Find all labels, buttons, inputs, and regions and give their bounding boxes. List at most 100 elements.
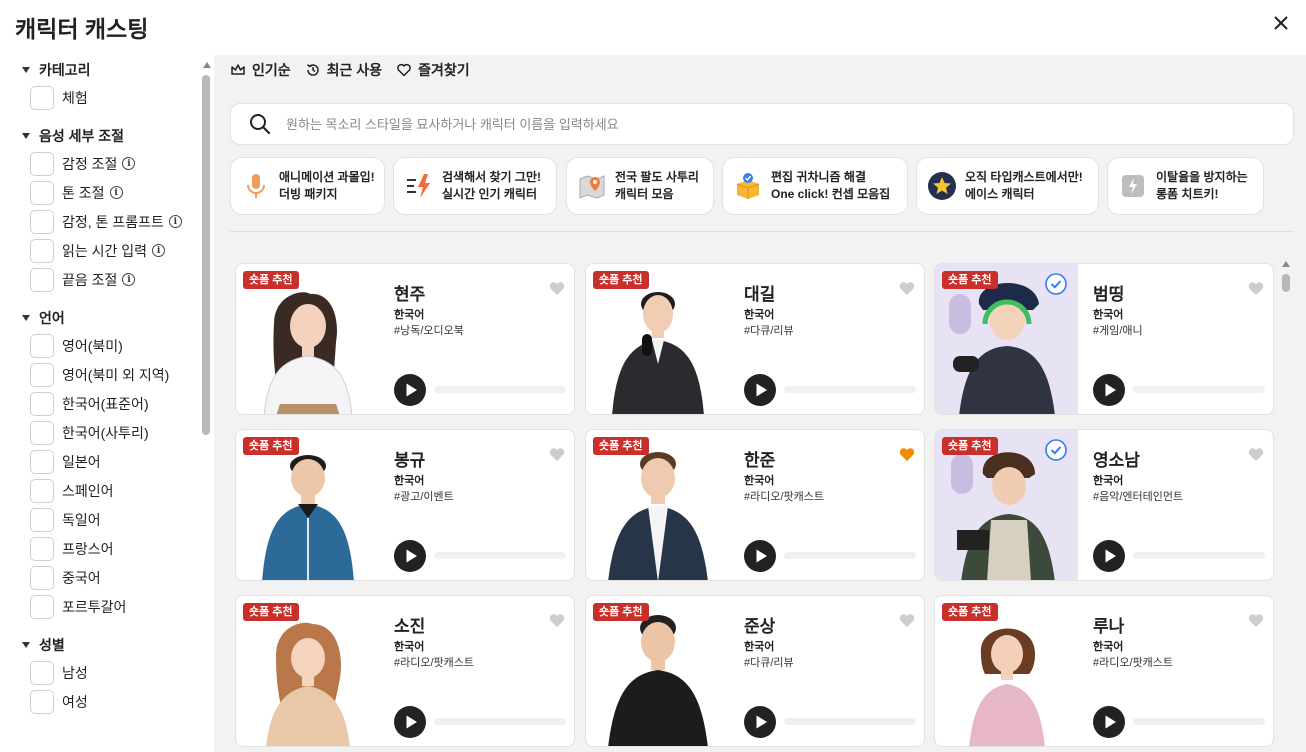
character-language: 한국어 — [744, 309, 775, 321]
heart-icon[interactable] — [1247, 611, 1265, 629]
section-title: 성별 — [39, 637, 65, 653]
shortform-badge: 숏폼 추천 — [942, 271, 998, 289]
promo-concept-pack[interactable]: 편집 귀차니즘 해결 One click! 컨셉 모음집 — [722, 157, 908, 215]
character-card[interactable]: 숏폼 추천 봉규 한국어 #광고/이벤트 — [235, 429, 575, 581]
scroll-up-icon[interactable] — [1282, 261, 1290, 267]
section-language-toggle[interactable]: 언어 — [0, 305, 198, 331]
sidebar-scrollbar[interactable] — [200, 60, 212, 752]
checkbox[interactable] — [30, 689, 54, 714]
checkbox[interactable] — [30, 209, 54, 234]
checkbox[interactable] — [30, 478, 54, 503]
shortform-badge: 숏폼 추천 — [593, 437, 649, 455]
promo-dialect[interactable]: 전국 팔도 사투리 캐릭터 모음 — [566, 157, 714, 215]
heart-icon[interactable] — [898, 611, 916, 629]
checkbox[interactable] — [30, 85, 54, 110]
promo-longform[interactable]: 이탈율을 방지하는 롱폼 치트키! — [1107, 157, 1264, 215]
checkbox[interactable] — [30, 660, 54, 685]
checkbox[interactable] — [30, 594, 54, 619]
character-card[interactable]: 숏폼 추천 소진 한국어 #라디오/팟캐스트 — [235, 595, 575, 747]
search-input[interactable] — [286, 116, 1186, 132]
option-item: 한국어(사투리) — [0, 418, 198, 447]
info-icon[interactable]: i — [152, 244, 166, 257]
play-icon[interactable] — [744, 374, 776, 406]
heart-icon[interactable] — [898, 279, 916, 297]
checkbox[interactable] — [30, 507, 54, 532]
play-icon[interactable] — [394, 540, 426, 572]
heart-icon[interactable] — [548, 279, 566, 297]
filter-recent[interactable]: 최근 사용 — [305, 60, 382, 80]
checkbox[interactable] — [30, 449, 54, 474]
shortform-badge: 숏폼 추천 — [942, 603, 998, 621]
chevron-down-icon — [22, 133, 30, 139]
section-voice-detail-toggle[interactable]: 음성 세부 조절 — [0, 123, 198, 149]
play-icon[interactable] — [394, 706, 426, 738]
checkbox[interactable] — [30, 362, 54, 387]
audio-progress-bar[interactable] — [784, 718, 916, 725]
promo-line1: 편집 귀차니즘 해결 — [771, 170, 866, 184]
play-icon[interactable] — [1093, 374, 1125, 406]
close-icon[interactable] — [1270, 12, 1292, 34]
play-icon[interactable] — [1093, 540, 1125, 572]
option-label: 독일어 — [62, 511, 101, 528]
chevron-down-icon — [22, 642, 30, 648]
character-card[interactable]: 숏폼 추천 영소남 한국어 #음악/엔터테인먼트 — [934, 429, 1274, 581]
character-name: 소진 — [394, 617, 426, 636]
character-tag: #다큐/리뷰 — [744, 325, 794, 337]
character-card[interactable]: 숏폼 추천 현주 한국어 #낭독/오디오북 — [235, 263, 575, 415]
promo-trending[interactable]: 검색해서 찾기 그만! 실시간 인기 캐릭터 — [393, 157, 557, 215]
info-icon[interactable]: i — [122, 273, 136, 286]
promo-line2: 롱폼 치트키! — [1156, 187, 1219, 201]
audio-progress-bar[interactable] — [434, 386, 566, 393]
character-card[interactable]: 숏폼 추천 대길 한국어 #다큐/리뷰 — [585, 263, 925, 415]
heart-icon[interactable] — [548, 611, 566, 629]
audio-progress-bar[interactable] — [1133, 552, 1265, 559]
checkbox[interactable] — [30, 565, 54, 590]
character-name: 현주 — [394, 285, 426, 304]
audio-progress-bar[interactable] — [434, 718, 566, 725]
heart-icon[interactable] — [1247, 279, 1265, 297]
info-icon[interactable]: i — [109, 186, 123, 199]
option-item: 포르투갈어 — [0, 592, 198, 621]
option-item: 끝음 조절 i — [0, 265, 198, 294]
character-card[interactable]: 숏폼 추천 범띵 한국어 #게임/애니 — [934, 263, 1274, 415]
scrollbar-thumb[interactable] — [202, 75, 210, 435]
checkbox[interactable] — [30, 420, 54, 445]
info-icon[interactable]: i — [168, 215, 182, 228]
checkbox[interactable] — [30, 238, 54, 263]
search-bar — [230, 103, 1294, 145]
main-scrollbar[interactable] — [1280, 259, 1292, 752]
audio-progress-bar[interactable] — [784, 552, 916, 559]
character-card[interactable]: 숏폼 추천 한준 한국어 #라디오/팟캐스트 — [585, 429, 925, 581]
play-icon[interactable] — [744, 706, 776, 738]
audio-progress-bar[interactable] — [434, 552, 566, 559]
option-label: 영어(북미) — [62, 337, 123, 354]
heart-icon[interactable] — [548, 445, 566, 463]
audio-progress-bar[interactable] — [1133, 718, 1265, 725]
scroll-up-icon[interactable] — [203, 62, 211, 68]
promo-line1: 검색해서 찾기 그만! — [442, 170, 541, 184]
checkbox[interactable] — [30, 180, 54, 205]
play-icon[interactable] — [744, 540, 776, 572]
audio-progress-bar[interactable] — [1133, 386, 1265, 393]
character-card[interactable]: 숏폼 추천 루나 한국어 #라디오/팟캐스트 — [934, 595, 1274, 747]
filter-popular[interactable]: 인기순 — [230, 60, 291, 80]
checkbox[interactable] — [30, 536, 54, 561]
checkbox[interactable] — [30, 267, 54, 292]
heart-icon[interactable] — [1247, 445, 1265, 463]
scrollbar-thumb[interactable] — [1282, 274, 1290, 292]
character-card[interactable]: 숏폼 추천 준상 한국어 #다큐/리뷰 — [585, 595, 925, 747]
checkbox[interactable] — [30, 391, 54, 416]
info-icon[interactable]: i — [122, 157, 136, 170]
promo-ace-character[interactable]: 오직 타입캐스트에서만! 에이스 캐릭터 — [916, 157, 1099, 215]
heart-filled-icon[interactable] — [898, 445, 916, 463]
character-language: 한국어 — [1093, 475, 1124, 487]
checkbox[interactable] — [30, 151, 54, 176]
play-icon[interactable] — [394, 374, 426, 406]
play-icon[interactable] — [1093, 706, 1125, 738]
checkbox[interactable] — [30, 333, 54, 358]
section-gender-toggle[interactable]: 성별 — [0, 632, 198, 658]
section-category-toggle[interactable]: 카테고리 — [0, 57, 198, 83]
audio-progress-bar[interactable] — [784, 386, 916, 393]
filter-favorites[interactable]: 즐겨찾기 — [396, 60, 470, 80]
promo-dubbing-package[interactable]: 애니메이션 과몰입! 더빙 패키지 — [230, 157, 385, 215]
